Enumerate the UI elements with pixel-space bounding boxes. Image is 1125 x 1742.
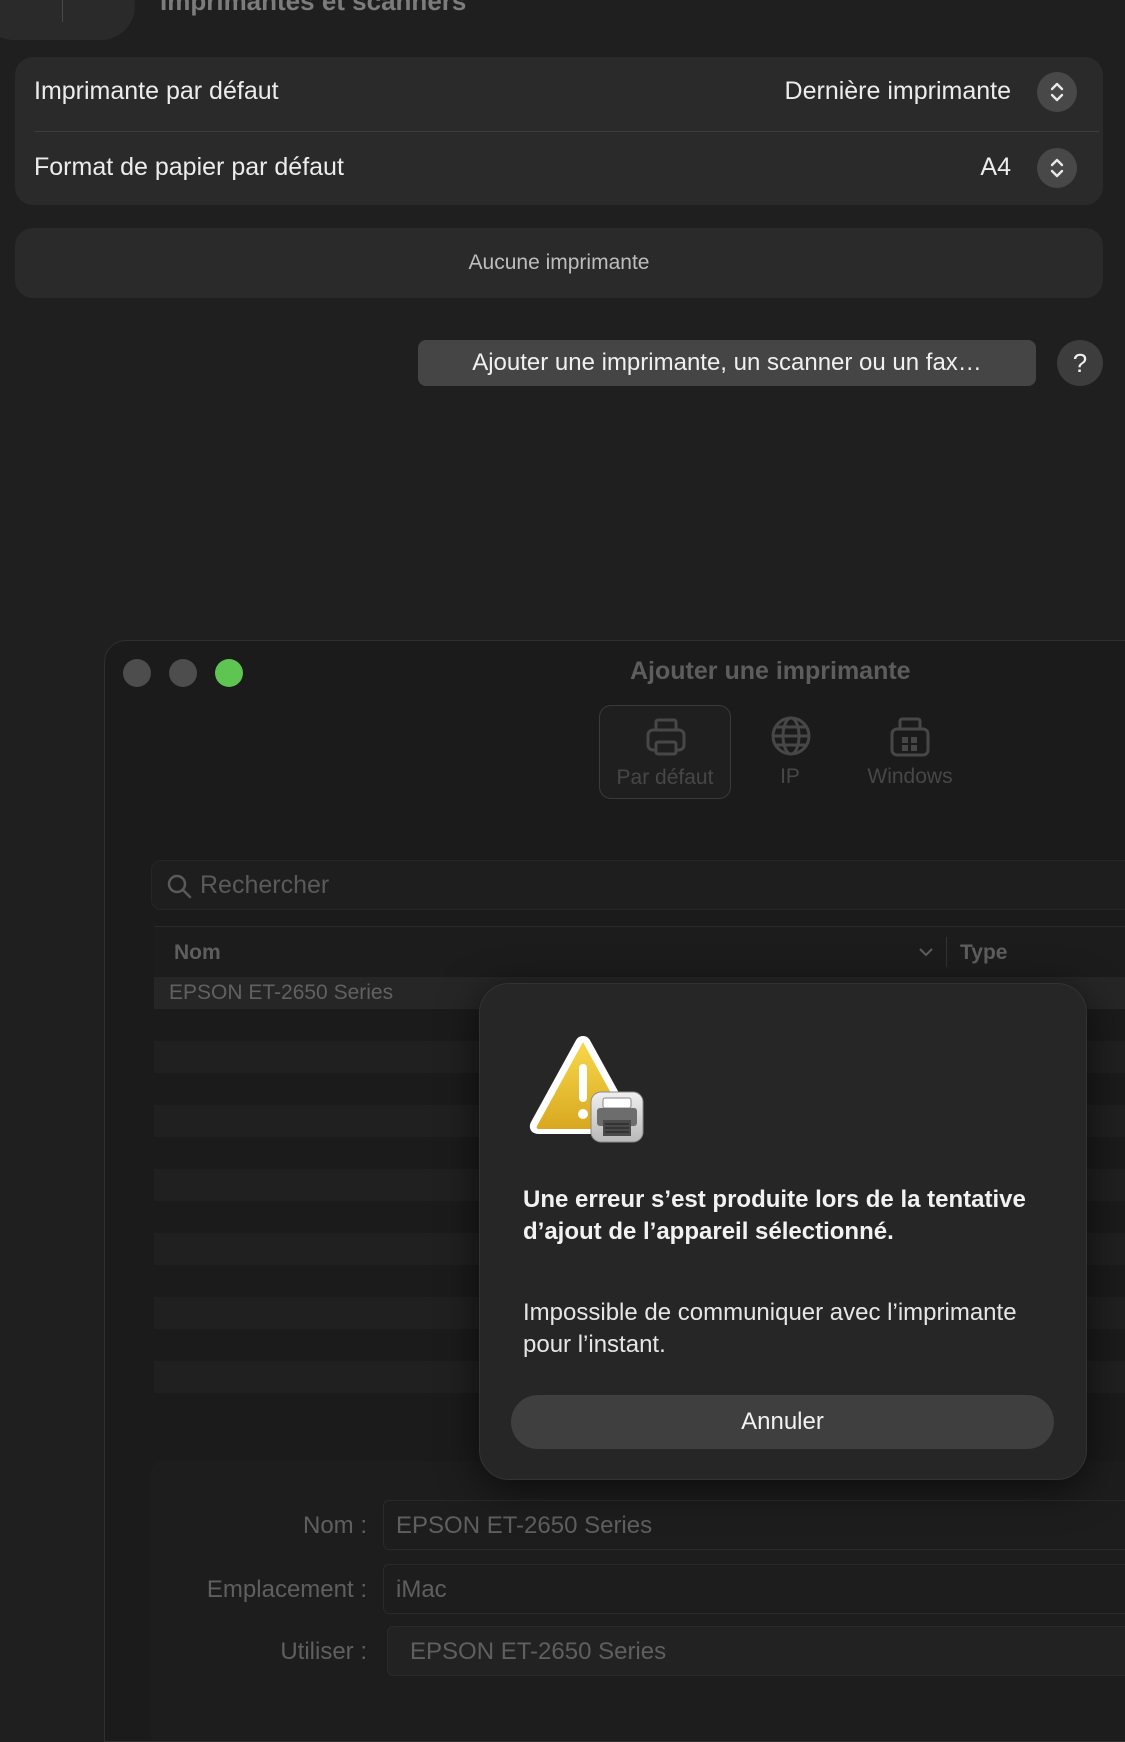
name-label: Nom : [302, 1512, 367, 1539]
window-title: Ajouter une imprimante [630, 657, 911, 685]
default-printer-value[interactable]: Dernière imprimante [785, 77, 1011, 106]
add-printer-button[interactable]: Ajouter une imprimante, un scanner ou un… [418, 340, 1036, 386]
printer-list-card: Aucune imprimante [15, 228, 1103, 298]
toolbar-ip-button[interactable]: IP [745, 705, 835, 797]
name-field-value: EPSON ET-2650 Series [396, 1512, 653, 1539]
location-field-value: iMac [396, 1576, 447, 1603]
toolbar-default-button[interactable]: Par défaut [599, 705, 731, 799]
toolbar-ip-label: IP [780, 765, 800, 788]
chevron-up-down-icon [1050, 158, 1064, 178]
use-popup-value: EPSON ET-2650 Series [410, 1638, 667, 1665]
toolbar-windows-button[interactable]: Windows [845, 705, 975, 797]
navigation-buttons: ‹ › [0, 0, 135, 40]
alert-title: Une erreur s’est produite lors de la ten… [523, 1186, 1026, 1245]
error-alert: Une erreur s’est produite lors de la ten… [479, 983, 1087, 1480]
printer-windows-icon [890, 717, 930, 757]
search-field[interactable]: Rechercher [151, 860, 1125, 910]
toolbar-default-label: Par défaut [616, 766, 714, 789]
search-icon [167, 874, 192, 899]
row-name: EPSON ET-2650 Series [169, 981, 394, 1004]
use-label: Utiliser : [280, 1638, 367, 1665]
close-window-button[interactable] [123, 659, 151, 687]
page-title: Imprimantes et scanners [160, 0, 467, 16]
toolbar-windows-label: Windows [867, 765, 953, 788]
warning-printer-icon [529, 1036, 644, 1143]
zoom-window-button[interactable] [215, 659, 243, 687]
table-header: Nom Type [154, 926, 1125, 978]
alert-message: Impossible de communiquer avec l’imprima… [523, 1299, 1017, 1358]
minimize-window-button[interactable] [169, 659, 197, 687]
search-placeholder: Rechercher [200, 871, 330, 899]
chevron-down-icon [919, 948, 933, 957]
use-popup[interactable]: EPSON ET-2650 Series [387, 1626, 1125, 1676]
default-settings-card: Imprimante par défaut Dernière imprimant… [15, 57, 1103, 205]
globe-icon [771, 716, 811, 756]
row-divider [34, 131, 1099, 132]
printer-icon [646, 718, 686, 756]
no-printers-text: Aucune imprimante [468, 251, 650, 274]
column-divider [946, 937, 947, 967]
default-printer-label: Imprimante par défaut [34, 77, 279, 105]
location-label: Emplacement : [206, 1576, 367, 1603]
cancel-button[interactable]: Annuler [511, 1395, 1054, 1449]
paper-size-stepper[interactable] [1037, 148, 1077, 188]
column-header-type[interactable]: Type [960, 941, 1007, 965]
chevron-up-down-icon [1050, 82, 1064, 102]
paper-size-value[interactable]: A4 [980, 153, 1011, 182]
column-header-name[interactable]: Nom [174, 941, 221, 965]
paper-size-label: Format de papier par défaut [34, 153, 344, 181]
nav-divider [62, 0, 63, 22]
name-field[interactable]: EPSON ET-2650 Series [383, 1500, 1125, 1550]
location-field[interactable]: iMac [383, 1564, 1125, 1614]
help-button[interactable]: ? [1057, 340, 1103, 386]
default-printer-stepper[interactable] [1037, 72, 1077, 112]
